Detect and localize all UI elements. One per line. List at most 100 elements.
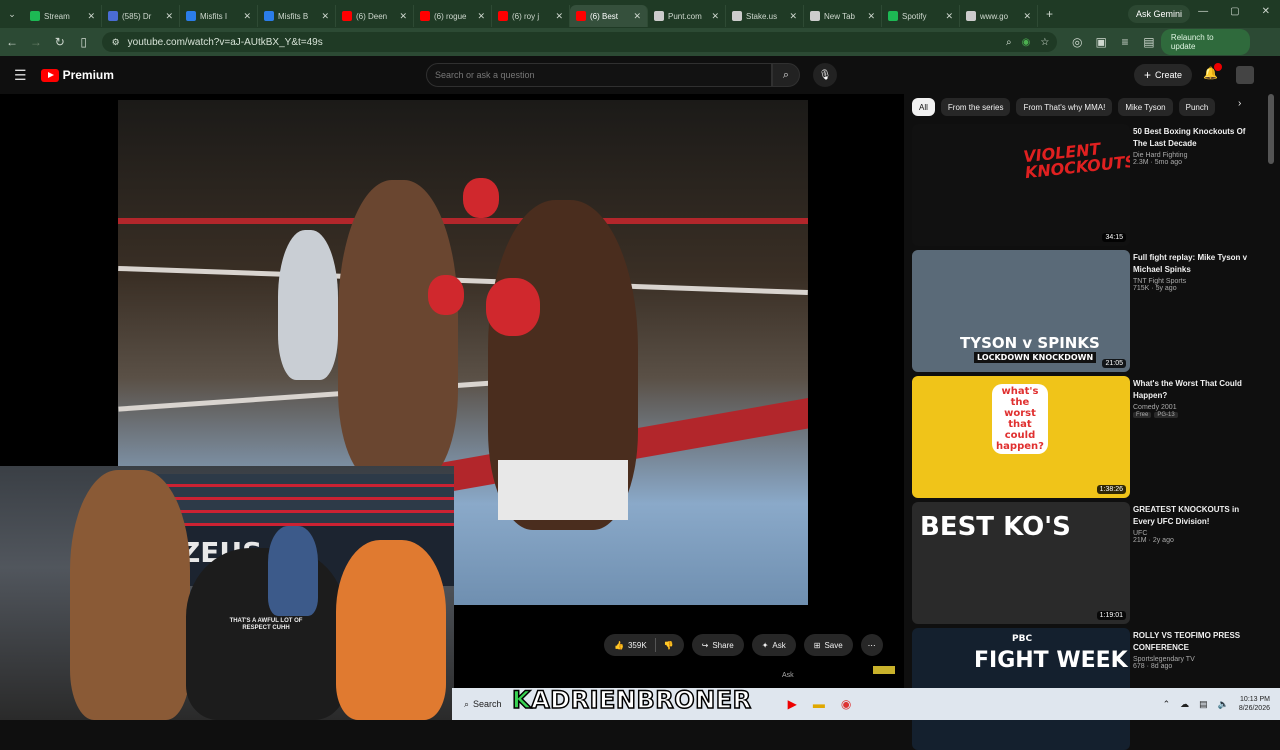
search-button[interactable]: ⌕ xyxy=(772,63,800,87)
extension-icon[interactable]: ◉ xyxy=(1022,37,1031,48)
minimize-icon[interactable]: — xyxy=(1198,6,1208,17)
tab-close-icon[interactable]: ✕ xyxy=(321,11,329,22)
recommendation-title[interactable]: GREATEST KNOCKOUTS in Every UFC Division… xyxy=(1133,504,1261,528)
relaunch-button[interactable]: Relaunch to update xyxy=(1160,29,1250,55)
close-window-icon[interactable]: ✕ xyxy=(1262,6,1270,17)
filter-chip[interactable]: Mike Tyson xyxy=(1118,98,1173,116)
side-panel-icon[interactable]: ▯ xyxy=(72,35,96,49)
chips-next-icon[interactable]: › xyxy=(1238,98,1241,109)
recommendation-title[interactable]: 50 Best Boxing Knockouts Of The Last Dec… xyxy=(1133,126,1261,150)
media-icon[interactable]: ≡ xyxy=(1113,35,1137,49)
channel-name[interactable]: UFC xyxy=(1133,530,1261,537)
account-avatar[interactable] xyxy=(1236,66,1254,84)
bookmark-star-icon[interactable]: ☆ xyxy=(1040,37,1049,48)
create-button[interactable]: + Create xyxy=(1134,64,1193,86)
browser-tab[interactable]: Stream ✕ xyxy=(24,5,102,27)
volume-icon[interactable]: 🔈 xyxy=(1218,699,1229,710)
thumbs-up-icon[interactable]: 👍 xyxy=(614,641,624,650)
ask-button[interactable]: ✦ Ask xyxy=(751,634,796,656)
maximize-icon[interactable]: ▢ xyxy=(1230,6,1239,17)
filter-chip[interactable]: From That's why MMA! xyxy=(1016,98,1113,116)
browser-tab[interactable]: (6) roy j ✕ xyxy=(492,5,570,27)
tab-close-icon[interactable]: ✕ xyxy=(87,11,95,22)
thumbs-down-icon[interactable]: 👎 xyxy=(664,641,674,650)
browser-tab[interactable]: Misfits I ✕ xyxy=(180,5,258,27)
like-count[interactable]: 359K xyxy=(628,641,647,650)
save-button[interactable]: ⊞ Save xyxy=(803,634,853,656)
forward-icon[interactable]: → xyxy=(24,35,48,49)
sidebar-scrollbar[interactable] xyxy=(1268,94,1274,164)
tab-close-icon[interactable]: ✕ xyxy=(165,11,173,22)
tab-close-icon[interactable]: ✕ xyxy=(477,11,485,22)
recommendation-card[interactable]: what's the worst that could happen? 1:38:… xyxy=(912,376,1262,498)
browser-tab[interactable]: Spotify ✕ xyxy=(882,5,960,27)
tab-close-icon[interactable]: ✕ xyxy=(789,11,797,22)
browser-tab[interactable]: (6) Deen ✕ xyxy=(336,5,414,27)
tab-menu-icon[interactable]: ⌄ xyxy=(0,9,24,20)
recommendation-card[interactable]: VIOLENT KNOCKOUTS 34:15 50 Best Boxing Kno… xyxy=(912,124,1262,246)
tab-close-icon[interactable]: ✕ xyxy=(945,11,953,22)
taskbar-search[interactable]: ⌕ Search xyxy=(456,694,510,714)
recommendation-title[interactable]: ROLLY VS TEOFIMO PRESS CONFERENCE xyxy=(1133,630,1261,654)
tab-close-icon[interactable]: ✕ xyxy=(1023,11,1031,22)
recommendation-card[interactable]: BEST KO'S 1:19:01 GREATEST KNOCKOUTS in Ev… xyxy=(912,502,1262,624)
tray-chevron-icon[interactable]: ⌃ xyxy=(1163,699,1171,710)
search-icon: ⌕ xyxy=(782,68,790,81)
youtube-logo[interactable]: Premium xyxy=(40,68,114,82)
network-icon[interactable]: ▤ xyxy=(1199,699,1208,710)
badge-row: Free PG-13 xyxy=(1133,411,1261,418)
folder-taskbar-icon[interactable]: ▬ xyxy=(813,697,825,711)
zoom-icon[interactable]: ⌕ xyxy=(1006,37,1012,48)
menu-dots-icon[interactable]: ▤ xyxy=(1137,35,1161,49)
back-icon[interactable]: ← xyxy=(0,35,24,49)
reload-icon[interactable]: ↻ xyxy=(48,35,72,49)
browser-tab[interactable]: (6) Best ✕ xyxy=(570,5,648,27)
browser-tab[interactable]: (6) rogue ✕ xyxy=(414,5,492,27)
filter-chip[interactable]: Punch xyxy=(1178,98,1216,116)
hamburger-menu-icon[interactable]: ☰ xyxy=(14,67,27,84)
extensions-puzzle-icon[interactable]: ▣ xyxy=(1089,35,1113,49)
recommendation-thumbnail[interactable]: what's the worst that could happen? 1:38:… xyxy=(912,376,1130,498)
tab-close-icon[interactable]: ✕ xyxy=(555,11,563,22)
share-button[interactable]: ↪ Share xyxy=(691,634,744,656)
browser-tab[interactable]: New Tab ✕ xyxy=(804,5,882,27)
recommendation-card[interactable]: TYSON v SPINKS LOCKDOWN KNOCKDOWN 21:05 Ful… xyxy=(912,250,1262,372)
channel-name[interactable]: Comedy 2001 xyxy=(1133,404,1261,411)
chrome-taskbar-icon[interactable]: ◉ xyxy=(841,697,851,711)
browser-tab[interactable]: Stake.us ✕ xyxy=(726,5,804,27)
channel-name[interactable]: Die Hard Fighting xyxy=(1133,152,1261,159)
recommendation-thumbnail[interactable]: TYSON v SPINKS LOCKDOWN KNOCKDOWN 21:05 xyxy=(912,250,1130,372)
profile-icon[interactable]: ◎ xyxy=(1065,35,1089,49)
youtube-taskbar-icon[interactable]: ▶ xyxy=(788,697,797,711)
sparkle-icon: ✦ xyxy=(761,640,769,650)
browser-tab[interactable]: Punt.com ✕ xyxy=(648,5,726,27)
more-actions-button[interactable]: ⋯ xyxy=(860,634,883,656)
ask-gemini-button[interactable]: Ask Gemini xyxy=(1127,5,1190,23)
tab-close-icon[interactable]: ✕ xyxy=(399,11,407,22)
tab-close-icon[interactable]: ✕ xyxy=(867,11,875,22)
recommendation-meta: What's the Worst That Could Happen? Comed… xyxy=(1133,378,1261,418)
browser-tab[interactable]: (585) Dr ✕ xyxy=(102,5,180,27)
voice-search-button[interactable]: 🎙 xyxy=(813,63,837,87)
tab-close-icon[interactable]: ✕ xyxy=(633,11,641,22)
notifications-bell-icon[interactable]: 🔔 xyxy=(1203,63,1222,80)
tab-close-icon[interactable]: ✕ xyxy=(243,11,251,22)
tab-close-icon[interactable]: ✕ xyxy=(711,11,719,22)
channel-name[interactable]: Sportslegendary TV xyxy=(1133,656,1261,663)
url-field[interactable]: ⚙ youtube.com/watch?v=aJ-AUtkBX_Y&t=49s … xyxy=(101,32,1058,52)
taskbar-clock[interactable]: 10:13 PM 8/26/2026 xyxy=(1239,695,1270,713)
browser-tab[interactable]: Misfits B ✕ xyxy=(258,5,336,27)
filter-chip[interactable]: All xyxy=(912,98,935,116)
site-info-icon[interactable]: ⚙ xyxy=(112,37,120,48)
cloud-icon[interactable]: ☁ xyxy=(1180,699,1189,710)
new-tab-icon[interactable]: + xyxy=(1046,7,1053,21)
recommendation-title[interactable]: Full fight replay: Mike Tyson v Michael … xyxy=(1133,252,1261,276)
youtube-header: ☰ Premium Search or ask a question ⌕ 🎙 +… xyxy=(0,56,1280,94)
recommendation-thumbnail[interactable]: VIOLENT KNOCKOUTS 34:15 xyxy=(912,124,1130,246)
search-input[interactable]: Search or ask a question xyxy=(426,63,772,87)
browser-tab[interactable]: www.go ✕ xyxy=(960,5,1038,27)
recommendation-title[interactable]: What's the Worst That Could Happen? xyxy=(1133,378,1261,402)
recommendation-thumbnail[interactable]: BEST KO'S 1:19:01 xyxy=(912,502,1130,624)
filter-chip[interactable]: From the series xyxy=(940,98,1011,116)
channel-name[interactable]: TNT Fight Sports xyxy=(1133,278,1261,285)
